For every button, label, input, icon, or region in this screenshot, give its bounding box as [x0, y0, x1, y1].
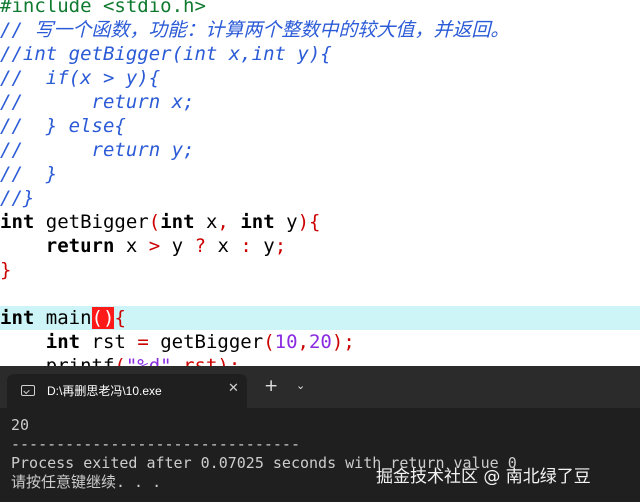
watermark: 掘金技术社区 @ 南北绿了豆 [376, 467, 591, 487]
param-x: x [205, 211, 218, 233]
operator: = [137, 331, 149, 353]
identifier: x [217, 235, 229, 257]
comma: , [297, 331, 309, 353]
comment-text: // return y; [0, 139, 195, 161]
code-line-comment: // 写一个函数，功能：计算两个整数中的较大值，并返回。 [0, 18, 640, 42]
paren-open: ( [148, 211, 161, 233]
paren-close: ) [331, 331, 344, 353]
brace-close: } [0, 259, 12, 281]
code-line-comment: // return x; [0, 90, 640, 114]
function-name: main [45, 307, 92, 329]
keyword-int: int [0, 307, 35, 329]
close-icon[interactable]: ✕ [228, 381, 239, 396]
function-name: getBigger [45, 211, 149, 233]
keyword-int: int [240, 211, 275, 233]
code-line-comment: // return y; [0, 138, 640, 162]
code-line-comment: //} [0, 186, 640, 210]
code-line-function-def: int getBigger(int x, int y){ [0, 210, 640, 234]
preprocessor-directive: #include <stdio.h> [0, 0, 206, 17]
code-line-comment: // if(x > y){ [0, 66, 640, 90]
identifier: rst [91, 331, 126, 353]
terminal-icon [21, 385, 35, 396]
operator: ? [194, 235, 207, 257]
comma: , [217, 211, 229, 233]
identifier: y [171, 235, 184, 257]
comment-text: // } else{ [0, 115, 126, 137]
function-call: getBigger [160, 331, 264, 353]
comment-text: // 写一个函数，功能：计算两个整数中的较大值，并返回。 [0, 19, 510, 41]
comment-text: // return x; [0, 91, 195, 113]
console-tab[interactable]: D:\再删思老冯\10.exe ✕ [7, 374, 247, 408]
code-line-assign: int rst = getBigger(10,20); [0, 330, 640, 354]
code-line-include: #include <stdio.h> [0, 0, 640, 18]
identifier: y [263, 235, 275, 257]
console-output-line: 20 [11, 416, 30, 434]
console-titlebar: D:\再删思老冯\10.exe ✕ + ⌄ [0, 366, 640, 408]
console-window[interactable]: D:\再删思老冯\10.exe ✕ + ⌄ 20 ---------------… [0, 366, 640, 502]
chevron-down-icon[interactable]: ⌄ [296, 379, 305, 392]
semicolon: ; [274, 235, 287, 257]
number-literal: 20 [308, 331, 332, 353]
keyword-int: int [45, 331, 81, 353]
code-editor[interactable]: #include <stdio.h> // 写一个函数，功能：计算两个整数中的较… [0, 0, 640, 370]
code-line-main-current[interactable]: int main(){ [0, 306, 640, 330]
comment-text: // if(x > y){ [0, 67, 161, 89]
brace-open: { [114, 307, 126, 329]
number-literal: 10 [274, 331, 298, 353]
operator: > [148, 235, 161, 257]
paren-close: ) [297, 211, 310, 233]
bracket-match-highlight: () [91, 307, 115, 329]
brace-open: { [309, 211, 321, 233]
comment-text: //int getBigger(int x,int y){ [0, 43, 332, 65]
code-line-comment: //int getBigger(int x,int y){ [0, 42, 640, 66]
console-tab-title: D:\再删思老冯\10.exe [47, 384, 162, 398]
keyword-int: int [160, 211, 195, 233]
code-line-comment: // } [0, 162, 640, 186]
param-y: y [286, 211, 298, 233]
code-line-return: return x > y ? x : y; [0, 234, 640, 258]
comment-text: // } [0, 163, 58, 185]
code-line-close-brace: } [0, 258, 640, 282]
console-separator: -------------------------------- [11, 435, 300, 453]
comment-text: //} [0, 187, 35, 209]
paren-open: ( [263, 331, 275, 353]
operator: : [240, 235, 252, 257]
new-tab-button[interactable]: + [264, 376, 278, 396]
keyword-return: return [45, 235, 115, 257]
keyword-int: int [0, 211, 35, 233]
code-line-comment: // } else{ [0, 114, 640, 138]
identifier: x [125, 235, 138, 257]
semicolon: ; [343, 331, 355, 353]
